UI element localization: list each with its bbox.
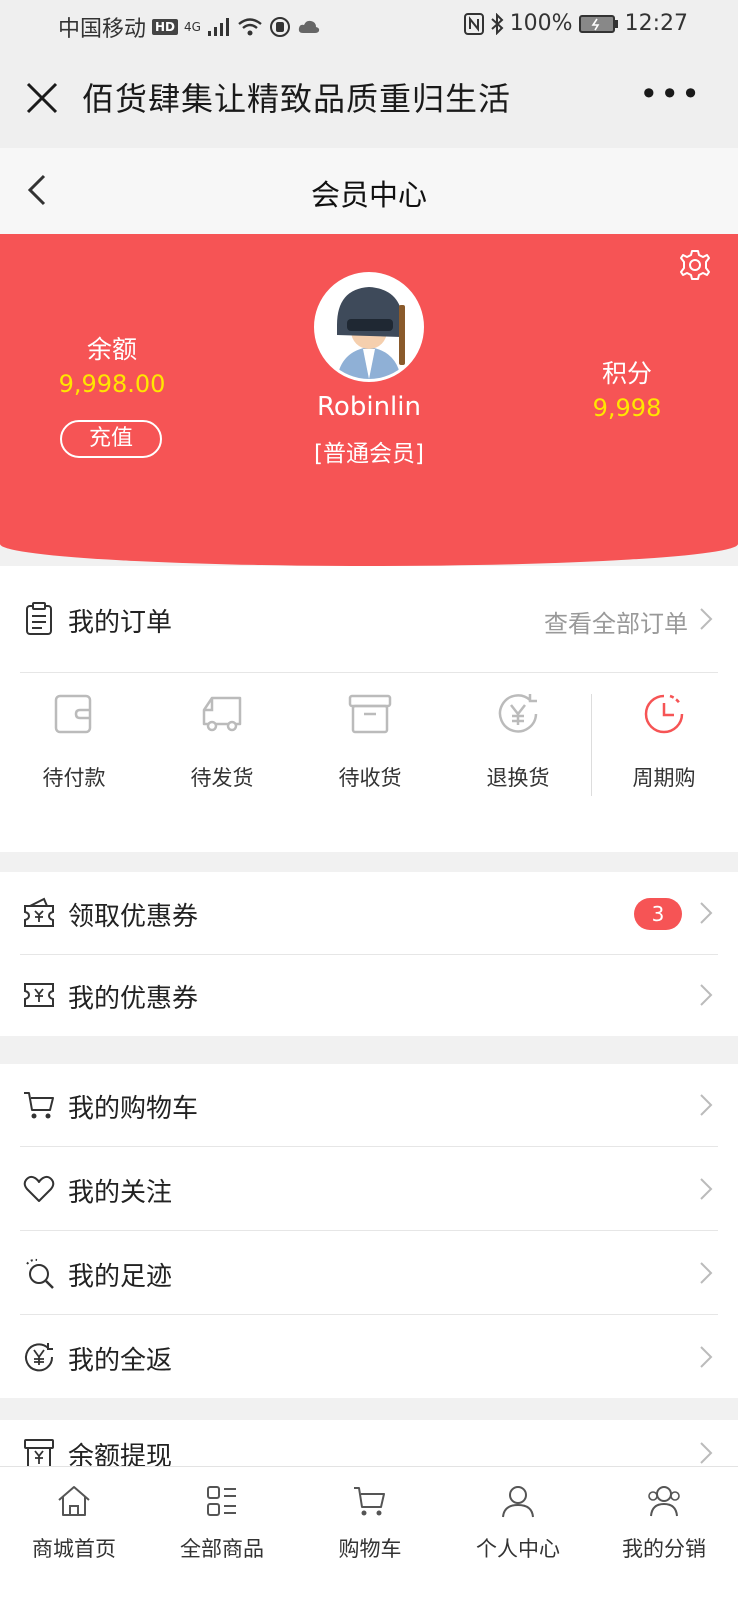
- order-tab-label: 待付款: [42, 766, 106, 790]
- tab-all-products[interactable]: 全部商品: [148, 1467, 296, 1600]
- status-bar: 中国移动 HD 4G 100% 12:27: [0, 0, 738, 50]
- battery-percent: 100%: [509, 11, 573, 36]
- row-label: 我的购物车: [68, 1094, 199, 1124]
- truck-icon: [202, 696, 242, 732]
- points-value: 9,998: [592, 394, 662, 422]
- my-footprints-row[interactable]: 我的足迹: [0, 1232, 738, 1314]
- box-icon: [348, 694, 392, 734]
- clipboard-icon: [26, 602, 52, 635]
- tab-label: 我的分销: [622, 1537, 706, 1561]
- chevron-right-icon: [700, 984, 713, 1006]
- divider: [20, 1230, 718, 1231]
- yen-return-icon: [498, 694, 538, 733]
- webview-title: 佰货肆集让精致品质重归生活: [82, 80, 512, 118]
- avatar-image: [317, 275, 421, 379]
- balance-label: 余额: [86, 335, 137, 364]
- user-icon: [502, 1486, 534, 1518]
- cart-icon: [24, 1092, 54, 1119]
- close-icon[interactable]: [22, 78, 62, 118]
- nav-bar: 会员中心: [0, 148, 738, 234]
- yen-circle-icon: [25, 1343, 54, 1372]
- battery-icon: [578, 14, 618, 33]
- hd-badge: HD: [152, 19, 179, 35]
- coupon-icon: [24, 983, 54, 1007]
- divider: [20, 672, 718, 673]
- chevron-right-icon: [700, 1346, 713, 1368]
- view-all-orders-link[interactable]: 查看全部订单: [544, 604, 688, 639]
- divider: [20, 1314, 718, 1315]
- cart-icon: [354, 1487, 385, 1516]
- row-label: 我的足迹: [68, 1262, 173, 1292]
- order-tab-pending-shipment[interactable]: 待发货: [148, 674, 296, 824]
- order-tab-subscription[interactable]: 周期购: [590, 674, 738, 824]
- withdraw-icon: [24, 1439, 54, 1468]
- withdraw-section: 余额提现: [0, 1420, 738, 1472]
- tab-label: 商城首页: [32, 1537, 116, 1561]
- orders-header-row[interactable]: 我的订单 查看全部订单: [0, 566, 738, 672]
- order-tab-label: 待发货: [190, 766, 254, 790]
- points-label: 积分: [601, 359, 652, 388]
- cloud-icon: [298, 20, 320, 33]
- chevron-right-icon: [700, 902, 713, 924]
- bottom-tab-bar: 商城首页 全部商品 购物车 个人中心 我的分销: [0, 1466, 738, 1600]
- order-tab-returns[interactable]: 退换货: [444, 674, 592, 824]
- my-cart-row[interactable]: 我的购物车: [0, 1064, 738, 1146]
- receive-coupons-row[interactable]: 领取优惠券 3: [0, 872, 738, 954]
- coupons-section: 领取优惠券 3 我的优惠券: [0, 872, 738, 1036]
- signal-icon: [207, 18, 229, 36]
- more-options-icon[interactable]: •••: [639, 78, 702, 110]
- heart-icon: [23, 1175, 55, 1202]
- divider: [20, 1146, 718, 1147]
- order-status-tabs: 待付款 待发货 待收货 退换货 周期购: [0, 674, 738, 824]
- tab-label: 个人中心: [476, 1537, 560, 1561]
- my-coupons-row[interactable]: 我的优惠券: [0, 954, 738, 1036]
- grid-list-icon: [207, 1486, 236, 1516]
- menu-section: 我的购物车 我的关注 我的足迹 我的全返: [0, 1064, 738, 1398]
- home-icon: [58, 1486, 90, 1516]
- webview-title-bar: 佰货肆集让精致品质重归生活 •••: [0, 50, 738, 148]
- footprint-icon: [26, 1258, 54, 1289]
- avatar[interactable]: [314, 272, 424, 382]
- chevron-right-icon: [700, 1442, 713, 1464]
- chevron-right-icon: [700, 1262, 713, 1284]
- wallet-icon: [54, 694, 92, 734]
- clock-time: 12:27: [624, 11, 688, 36]
- my-follows-row[interactable]: 我的关注: [0, 1148, 738, 1230]
- bluetooth-icon: [491, 12, 504, 35]
- member-header: 余额 9,998.00 充值 Robinlin [普通会员] 积分 9,998: [0, 234, 738, 566]
- gear-icon[interactable]: [678, 248, 712, 282]
- order-tab-label: 周期购: [632, 766, 696, 790]
- order-tab-pending-payment[interactable]: 待付款: [0, 674, 148, 824]
- tab-home[interactable]: 商城首页: [0, 1467, 148, 1600]
- tab-label: 购物车: [338, 1537, 402, 1561]
- nfc-icon: [463, 12, 484, 35]
- tab-label: 全部商品: [180, 1537, 264, 1561]
- chevron-right-icon: [700, 1178, 713, 1200]
- orders-title: 我的订单: [68, 608, 173, 638]
- chevron-right-icon: [700, 1094, 713, 1116]
- row-label: 我的优惠券: [68, 984, 199, 1014]
- row-label: 我的全返: [68, 1346, 173, 1376]
- carrier-name: 中国移动: [58, 17, 147, 42]
- tab-personal-center[interactable]: 个人中心: [444, 1467, 592, 1600]
- my-cashback-row[interactable]: 我的全返: [0, 1316, 738, 1398]
- wifi-icon: [238, 18, 262, 36]
- coupon-receive-icon: [24, 897, 54, 927]
- network-type: 4G: [184, 20, 201, 34]
- chevron-right-icon: [700, 608, 713, 630]
- orders-section: 我的订单 查看全部订单 待付款 待发货 待收货 退换货 周期购: [0, 566, 738, 852]
- order-tab-label: 待收货: [338, 766, 402, 790]
- clock-icon: [644, 694, 684, 734]
- page-title: 会员中心: [310, 178, 427, 212]
- tab-my-distribution[interactable]: 我的分销: [590, 1467, 738, 1600]
- row-label: 领取优惠券: [68, 902, 199, 932]
- hand-icon: [269, 17, 290, 37]
- row-label: 我的关注: [68, 1178, 173, 1208]
- coupon-count-badge: 3: [634, 898, 682, 930]
- tab-cart[interactable]: 购物车: [296, 1467, 444, 1600]
- group-icon: [648, 1486, 680, 1517]
- member-level: [普通会员]: [314, 441, 424, 467]
- order-tab-pending-receipt[interactable]: 待收货: [296, 674, 444, 824]
- order-tab-label: 退换货: [486, 766, 550, 790]
